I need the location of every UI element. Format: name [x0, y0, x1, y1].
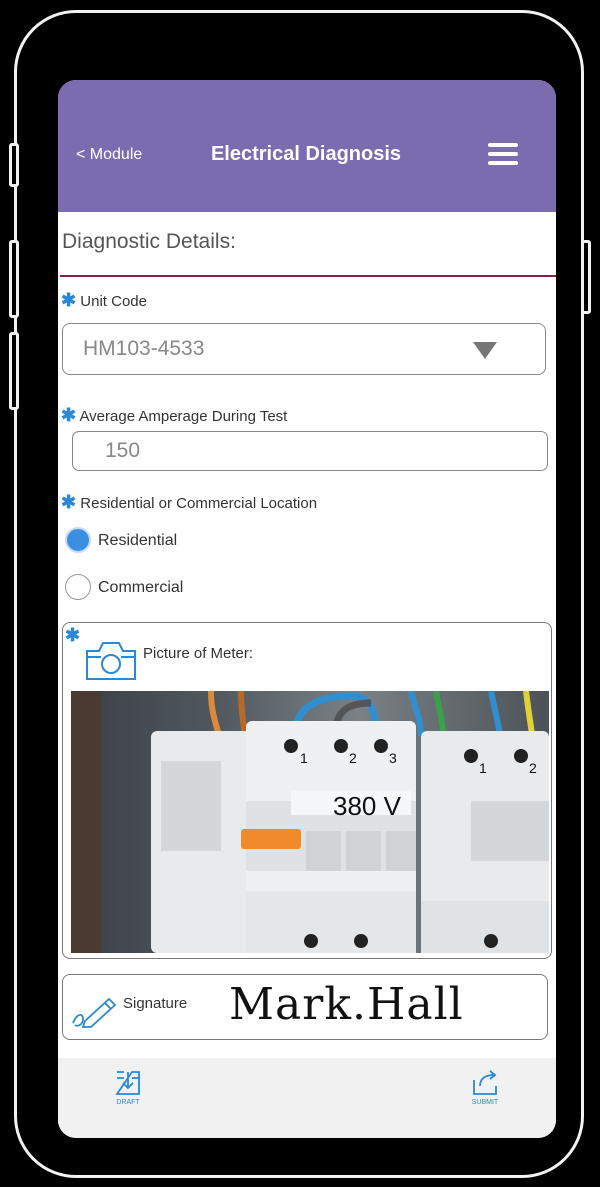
photo-voltage-text: 380 V [333, 791, 402, 821]
meter-picture-label: Picture of Meter: [143, 645, 254, 662]
commercial-radio-label[interactable]: Commercial [98, 579, 183, 597]
meter-picture-card[interactable]: ✱ Picture of Meter: 380 V 1 2 3 1 2 [62, 622, 552, 959]
signature-field[interactable]: Signature Mark.Hall [62, 974, 548, 1040]
app-screen: < Module Electrical Diagnosis Diagnostic… [58, 80, 556, 1138]
section-divider [60, 275, 556, 277]
signature-value: Mark.Hall [229, 979, 464, 1030]
dropdown-arrow-icon [473, 342, 497, 359]
location-label: ✱ Residential or Commercial Location [61, 492, 318, 512]
camera-icon[interactable] [83, 637, 139, 683]
photo-terminal-label: 2 [349, 750, 357, 766]
pen-icon [72, 997, 117, 1028]
required-asterisk-icon: ✱ [61, 290, 77, 310]
residential-radio[interactable] [65, 527, 91, 553]
photo-terminal-label: 3 [389, 750, 397, 766]
save-draft-icon [115, 1071, 140, 1095]
share-submit-icon [473, 1070, 497, 1095]
unit-code-label: ✱ Unit Code [61, 290, 147, 310]
volume-up-button [9, 240, 19, 318]
photo-terminal-label: 2 [529, 760, 537, 776]
submit-button[interactable]: SUBMIT [455, 1068, 515, 1118]
required-asterisk-icon: ✱ [61, 492, 77, 512]
photo-terminal-label: 1 [479, 760, 487, 776]
residential-radio-label[interactable]: Residential [98, 532, 177, 550]
silent-switch [9, 143, 19, 187]
required-asterisk-icon: ✱ [65, 625, 81, 645]
required-asterisk-icon: ✱ [61, 405, 77, 425]
draft-label: DRAFT [116, 1099, 140, 1106]
submit-label: SUBMIT [471, 1099, 499, 1106]
hamburger-menu-icon[interactable] [488, 143, 518, 165]
signature-label: Signature [123, 995, 188, 1012]
save-draft-button[interactable]: DRAFT [98, 1068, 158, 1118]
meter-photo: 380 V 1 2 3 1 2 [71, 691, 549, 953]
commercial-radio[interactable] [65, 574, 91, 600]
amperage-input[interactable] [72, 431, 548, 471]
unit-code-select[interactable]: HM103-4533 [62, 323, 546, 375]
app-header: < Module Electrical Diagnosis [58, 80, 556, 212]
volume-down-button [9, 332, 19, 410]
bottom-toolbar: DRAFT SUBMIT [58, 1058, 556, 1138]
unit-code-value: HM103-4533 [83, 337, 205, 360]
power-button [581, 240, 591, 314]
section-title: Diagnostic Details: [62, 230, 236, 253]
photo-terminal-label: 1 [300, 750, 308, 766]
amperage-label: ✱ Average Amperage During Test [61, 405, 288, 425]
page-title: Electrical Diagnosis [210, 143, 402, 165]
